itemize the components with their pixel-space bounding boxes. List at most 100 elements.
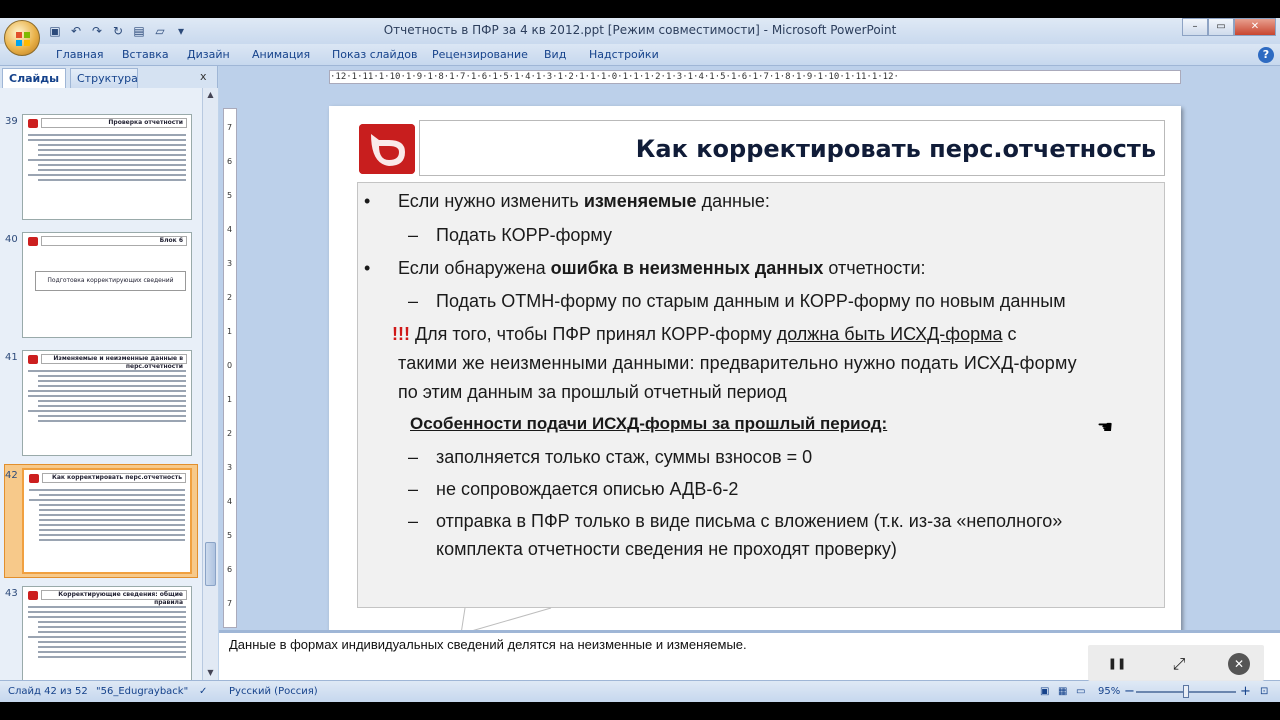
thumbnail-title: Как корректировать перс.отчетность: [42, 473, 186, 483]
thumbnail-title: Корректирующие сведения: общие правила: [41, 590, 187, 606]
slide-canvas[interactable]: Как корректировать перс.отчетность • Есл…: [329, 106, 1181, 635]
ruler-tick: 5: [227, 531, 233, 540]
office-logo-icon: [16, 32, 30, 46]
pause-icon[interactable]: ❚❚: [1106, 653, 1128, 675]
office-button[interactable]: [4, 20, 40, 56]
thumbnail-image: Блок 6 Подготовка корректирующих сведени…: [22, 232, 192, 338]
slide-sorter-icon[interactable]: ▦: [1058, 686, 1067, 697]
thumbnail-title: Изменяемые и неизменные данные в перс.от…: [41, 354, 187, 370]
tab-insert[interactable]: Вставка: [122, 48, 169, 61]
ruler-tick: 1: [227, 395, 233, 404]
thumbnail-list: 39 Проверка отчетности 40 Блок 6 Подгото…: [0, 88, 202, 680]
powerpoint-window: ▣ ↶ ↷ ↻ ▤ ▱ ▾ Отчетность в ПФР за 4 кв 2…: [0, 18, 1280, 702]
bullet-icon: •: [364, 191, 371, 211]
zoom-out-button[interactable]: −: [1124, 684, 1135, 699]
logo-icon: [28, 355, 38, 364]
dash-icon: –: [408, 225, 419, 245]
warning-line-1: !!! Для того, чтобы ПФР принял КОРР-форм…: [392, 324, 1017, 344]
thumbnail-image: Изменяемые и неизменные данные в перс.от…: [22, 350, 192, 456]
tab-addins[interactable]: Надстройки: [589, 48, 659, 61]
spellcheck-icon[interactable]: ✓: [199, 686, 207, 697]
title-placeholder[interactable]: Как корректировать перс.отчетность: [419, 120, 1165, 176]
close-button[interactable]: ✕: [1234, 18, 1276, 36]
feature-3-line-1: отправка в ПФР только в виде письма с вл…: [436, 511, 1063, 531]
company-logo-icon: [359, 124, 415, 174]
tab-outline[interactable]: Структура: [70, 68, 138, 88]
logo-icon: [28, 237, 38, 246]
zoom-slider-knob[interactable]: [1183, 685, 1189, 698]
thumbnail-image: Корректирующие сведения: общие правила: [22, 586, 192, 680]
zoom-level[interactable]: 95%: [1098, 686, 1120, 697]
dash-icon: –: [408, 479, 419, 499]
slide-title: Как корректировать перс.отчетность: [635, 135, 1156, 163]
panel-close-icon[interactable]: x: [200, 70, 207, 83]
tab-design[interactable]: Дизайн: [187, 48, 230, 61]
close-player-icon[interactable]: ✕: [1228, 653, 1250, 675]
tab-review[interactable]: Рецензирование: [432, 48, 528, 61]
notes-text: Данные в формах индивидуальных сведений …: [229, 637, 747, 652]
panel-scrollbar[interactable]: ▲ ▼: [202, 88, 218, 680]
ruler-tick: 6: [227, 157, 233, 166]
thumbnail-number: 41: [5, 352, 18, 363]
window-title: Отчетность в ПФР за 4 кв 2012.ppt [Режим…: [383, 23, 897, 37]
ruler-tick: 3: [227, 463, 233, 472]
tab-animation[interactable]: Анимация: [252, 48, 310, 61]
warning-line-3: по этим данным за прошлый отчетный перио…: [398, 382, 787, 402]
thumbnail-boxed-text: Подготовка корректирующих сведений: [35, 271, 186, 291]
feature-1: заполняется только стаж, суммы взносов =…: [436, 447, 813, 467]
panel-tabs: Слайды Структура x: [0, 66, 218, 88]
slides-panel: Слайды Структура x 39 Проверка отчетност…: [0, 66, 218, 680]
sub-bullet-2: Подать ОТМН-форму по старым данным и КОР…: [436, 291, 1066, 311]
thumbnail-title: Проверка отчетности: [41, 118, 187, 128]
vertical-ruler: 7 6 5 4 3 2 1 0 1 2 3 4 5 6 7: [223, 108, 237, 628]
slideshow-icon[interactable]: ▭: [1076, 686, 1085, 697]
scroll-down-icon[interactable]: ▼: [203, 666, 218, 680]
warning-line-2: такими же неизменными данными: предварит…: [398, 353, 1077, 373]
bullet-icon: •: [364, 258, 371, 278]
scroll-up-icon[interactable]: ▲: [203, 88, 218, 102]
thumbnail-number: 40: [5, 234, 18, 245]
zoom-in-button[interactable]: +: [1240, 684, 1251, 699]
tab-view[interactable]: Вид: [544, 48, 566, 61]
dash-icon: –: [408, 291, 419, 311]
thumbnail-image: Как корректировать перс.отчетность: [22, 468, 192, 574]
ribbon-tabs: Главная Вставка Дизайн Анимация Показ сл…: [0, 44, 1280, 66]
thumbnail-number: 39: [5, 116, 18, 127]
content-placeholder[interactable]: • Если нужно изменить изменяемые данные:…: [357, 182, 1165, 608]
ruler-tick: 7: [227, 123, 233, 132]
dash-icon: –: [408, 447, 419, 467]
fit-to-window-icon[interactable]: ⊡: [1260, 686, 1268, 697]
slide-counter: Слайд 42 из 52: [8, 686, 88, 697]
ruler-tick: 3: [227, 259, 233, 268]
ruler-tick: 2: [227, 293, 233, 302]
features-heading: Особенности подачи ИСХД-формы за прошлый…: [410, 414, 888, 433]
scrollbar-thumb[interactable]: [205, 542, 216, 586]
ruler-tick: 4: [227, 497, 233, 506]
thumbnail-image: Проверка отчетности: [22, 114, 192, 220]
minimize-button[interactable]: –: [1182, 18, 1208, 36]
logo-icon: [29, 474, 39, 483]
thumbnail-title: Блок 6: [41, 236, 187, 246]
maximize-button[interactable]: ▭: [1208, 18, 1234, 36]
ruler-tick: 0: [227, 361, 233, 370]
horizontal-ruler: ·12·1·11·1·10·1·9·1·8·1·7·1·6·1·5·1·4·1·…: [329, 70, 1181, 84]
bullet-text-1: Если нужно изменить изменяемые данные:: [398, 191, 770, 211]
window-controls: – ▭ ✕: [1182, 18, 1276, 36]
video-player-controls: ❚❚ ⤢ ✕: [1088, 645, 1264, 681]
sub-bullet-1: Подать КОРР-форму: [436, 225, 612, 245]
tab-slides[interactable]: Слайды: [2, 68, 67, 88]
normal-view-icon[interactable]: ▣: [1040, 686, 1049, 697]
logo-icon: [28, 119, 38, 128]
fullscreen-icon[interactable]: ⤢: [1168, 653, 1190, 675]
tab-slideshow[interactable]: Показ слайдов: [332, 48, 418, 61]
help-icon[interactable]: ?: [1258, 47, 1274, 63]
ruler-tick: 5: [227, 191, 233, 200]
thumbnail-number: 42: [5, 470, 18, 481]
ruler-tick: 2: [227, 429, 233, 438]
title-bar: ▣ ↶ ↷ ↻ ▤ ▱ ▾ Отчетность в ПФР за 4 кв 2…: [0, 18, 1280, 56]
ruler-tick: 6: [227, 565, 233, 574]
language[interactable]: Русский (Россия): [229, 686, 318, 697]
tab-home[interactable]: Главная: [56, 48, 104, 61]
thumbnail-number: 43: [5, 588, 18, 599]
feature-2: не сопровождается описью АДВ-6-2: [436, 479, 739, 499]
